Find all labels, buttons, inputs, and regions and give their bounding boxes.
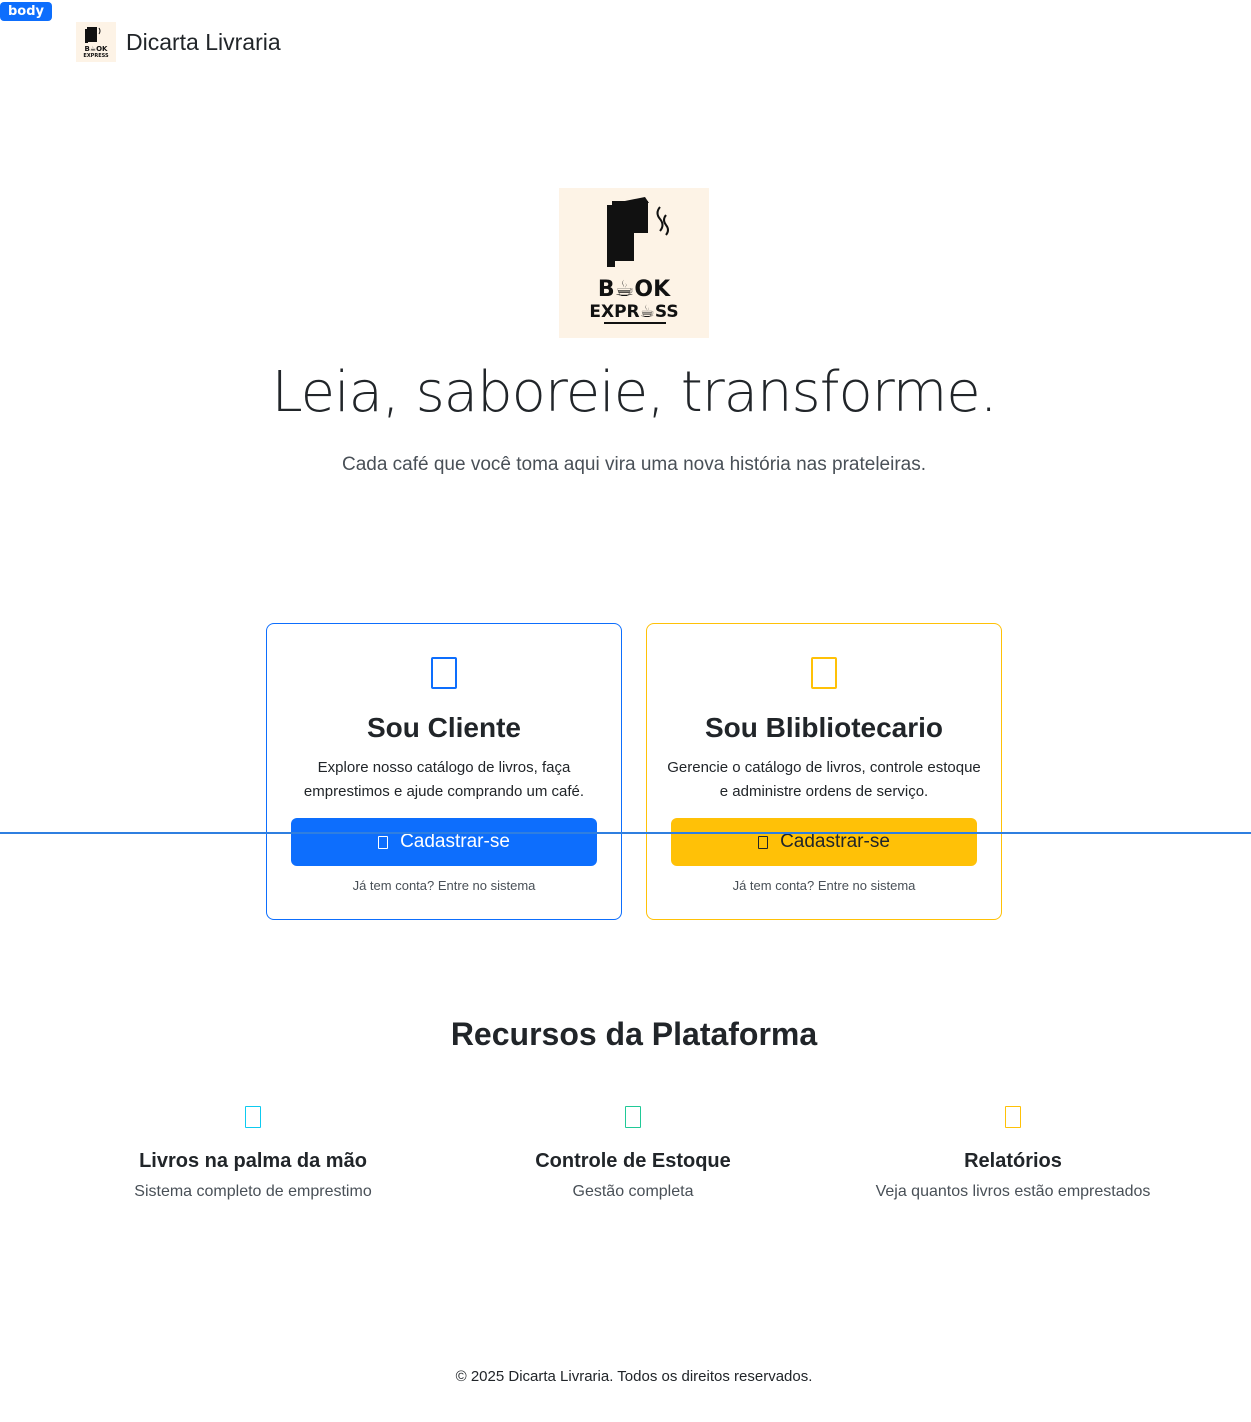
chart-icon: [1005, 1106, 1021, 1128]
features-title: Recursos da Plataforma: [450, 1016, 818, 1052]
feature-books: Livros na palma da mão Sistema completo …: [63, 1106, 443, 1201]
card-description: Gerencie o catálogo de livros, controle …: [667, 759, 981, 800]
brand-logo-icon[interactable]: B☕OK EXPRESS: [76, 22, 116, 62]
button-label: Cadastrar-se: [780, 831, 890, 852]
card-description: Explore nosso catálogo de livros, faça e…: [303, 759, 585, 800]
client-card: Sou Cliente Explore nosso catálogo de li…: [266, 623, 622, 920]
librarian-card: Sou Blibliotecario Gerencie o catálogo d…: [646, 623, 1002, 920]
svg-text:B☕OK: B☕OK: [598, 277, 671, 302]
hero-title: Leia, saboreie, transforme.: [271, 360, 997, 425]
librarian-icon: [811, 657, 837, 689]
box-icon: [625, 1106, 641, 1128]
feature-stock: Controle de Estoque Gestão completa: [443, 1106, 823, 1201]
card-title: Sou Cliente: [366, 712, 521, 743]
feature-title: Relatórios: [964, 1150, 1062, 1172]
librarian-login-link[interactable]: Já tem conta? Entre no sistema: [647, 878, 1001, 893]
feature-reports: Relatórios Veja quantos livros estão emp…: [823, 1106, 1203, 1201]
svg-text:EXPR☕SS: EXPR☕SS: [589, 302, 678, 322]
feature-description: Veja quantos livros estão emprestados: [875, 1183, 1151, 1200]
card-title: Sou Blibliotecario: [704, 712, 944, 743]
hero-subtitle: Cada café que você toma aqui vira uma no…: [341, 454, 927, 475]
book-icon: [245, 1106, 261, 1128]
element-inspector-badge: body: [0, 2, 53, 21]
hero-logo-icon: B☕OK EXPR☕SS: [559, 188, 709, 338]
feature-title: Controle de Estoque: [535, 1150, 731, 1172]
person-plus-icon: [758, 835, 769, 849]
person-plus-icon: [378, 835, 389, 849]
user-icon: [431, 657, 457, 689]
brand-name[interactable]: Dicarta Livraria: [126, 29, 281, 56]
client-signup-button[interactable]: Cadastrar-se: [291, 818, 597, 866]
feature-description: Sistema completo de emprestimo: [134, 1183, 372, 1200]
navbar: B☕OK EXPRESS Dicarta Livraria: [76, 22, 281, 62]
feature-title: Livros na palma da mão: [139, 1150, 367, 1172]
button-label: Cadastrar-se: [400, 831, 510, 852]
client-login-link[interactable]: Já tem conta? Entre no sistema: [267, 878, 621, 893]
librarian-signup-button[interactable]: Cadastrar-se: [671, 818, 977, 866]
feature-description: Gestão completa: [572, 1183, 694, 1200]
svg-text:B☕OK: B☕OK: [85, 45, 109, 53]
footer-copyright: © 2025 Dicarta Livraria. Todos os direit…: [455, 1368, 813, 1385]
guide-line: [0, 832, 1251, 834]
svg-text:EXPRESS: EXPRESS: [83, 53, 109, 59]
